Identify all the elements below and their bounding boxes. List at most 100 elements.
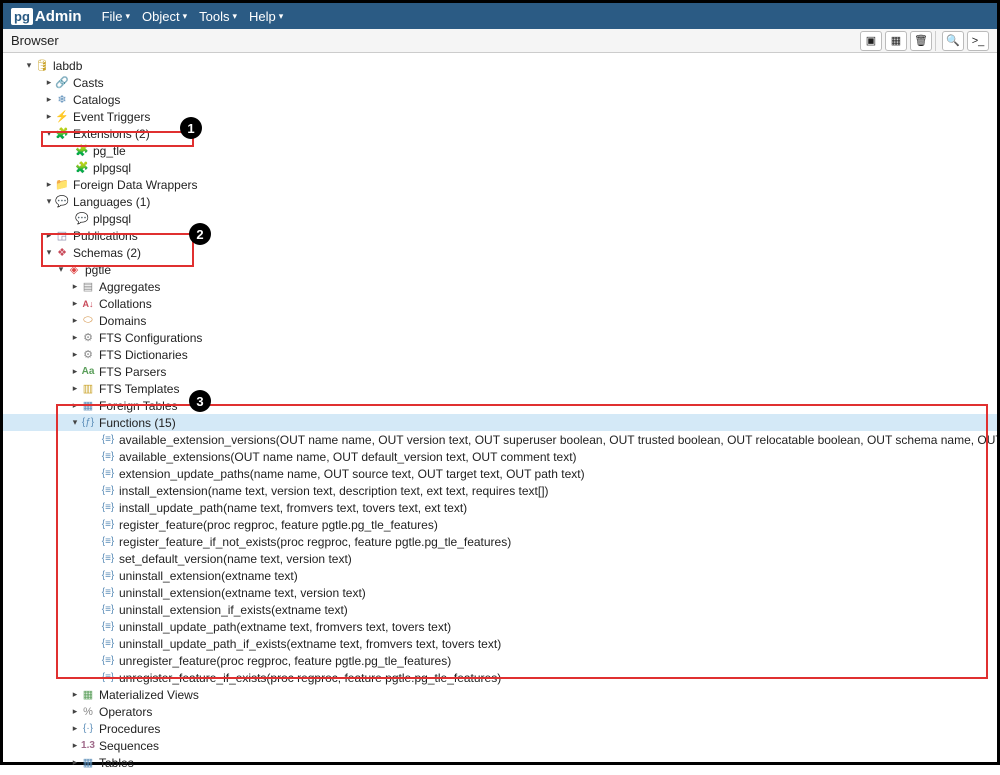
function-item[interactable]: {≡}install_update_path(name text, fromve… [3, 499, 997, 516]
function-item[interactable]: {≡}register_feature_if_not_exists(proc r… [3, 533, 997, 550]
node-domains[interactable]: ▸⬭Domains [3, 312, 997, 329]
procedures-icon: {·} [81, 722, 95, 736]
fts-dict-icon: ⚙ [81, 348, 95, 362]
node-fdw[interactable]: ▸📁Foreign Data Wrappers [3, 176, 997, 193]
node-pgtle-schema[interactable]: ▾◈pgtle [3, 261, 997, 278]
function-icon: {≡} [101, 620, 115, 634]
function-icon: {≡} [101, 484, 115, 498]
function-icon: {≡} [101, 569, 115, 583]
chevron-right-icon: ▸ [43, 230, 55, 241]
function-item[interactable]: {≡}unregister_feature_if_exists(proc reg… [3, 669, 997, 686]
node-mat-views[interactable]: ▸▦Materialized Views [3, 686, 997, 703]
casts-icon: 🔗 [55, 76, 69, 90]
language-icon: 💬 [75, 212, 89, 226]
function-item[interactable]: {≡}uninstall_update_path_if_exists(extna… [3, 635, 997, 652]
menu-help[interactable]: Help▾ [249, 9, 283, 24]
aggregates-icon: ▤ [81, 280, 95, 294]
menu-file[interactable]: File▾ [102, 9, 130, 24]
chevron-right-icon: ▸ [69, 281, 81, 292]
node-casts[interactable]: ▸🔗Casts [3, 74, 997, 91]
extension-icon: 🧩 [75, 144, 89, 158]
node-plpgsql-ext[interactable]: 🧩plpgsql [3, 159, 997, 176]
prompt-icon: >_ [972, 35, 985, 47]
chevron-right-icon: ▸ [69, 706, 81, 717]
node-fts-dict[interactable]: ▸⚙FTS Dictionaries [3, 346, 997, 363]
tool-properties[interactable]: ▣ [860, 31, 882, 51]
function-item[interactable]: {≡}unregister_feature(proc regproc, feat… [3, 652, 997, 669]
function-icon: {≡} [101, 501, 115, 515]
function-item[interactable]: {≡}extension_update_paths(name name, OUT… [3, 465, 997, 482]
node-collations[interactable]: ▸A↓Collations [3, 295, 997, 312]
function-item[interactable]: {≡}uninstall_update_path(extname text, f… [3, 618, 997, 635]
chevron-right-icon: ▸ [69, 349, 81, 360]
sequences-icon: 1.3 [81, 739, 95, 753]
node-database[interactable]: ▾🛢labdb [3, 57, 997, 74]
annotation-badge-2: 2 [189, 223, 211, 245]
chevron-down-icon: ▾ [55, 264, 67, 275]
chevron-right-icon: ▸ [69, 298, 81, 309]
top-menubar: pg Admin File▾ Object▾ Tools▾ Help▾ [3, 3, 997, 29]
node-plpgsql-lang[interactable]: 💬plpgsql [3, 210, 997, 227]
menu-object[interactable]: Object▾ [142, 9, 187, 24]
annotation-badge-1: 1 [180, 117, 202, 139]
function-icon: {≡} [101, 450, 115, 464]
node-operators[interactable]: ▸%Operators [3, 703, 997, 720]
chevron-down-icon: ▾ [126, 11, 131, 22]
function-item[interactable]: {≡}available_extensions(OUT name name, O… [3, 448, 997, 465]
tool-search[interactable]: 🔍 [942, 31, 964, 51]
chevron-down-icon: ▾ [183, 11, 188, 22]
function-icon: {≡} [101, 518, 115, 532]
node-schemas[interactable]: ▾❖Schemas (2) [3, 244, 997, 261]
function-item[interactable]: {≡}uninstall_extension(extname text) [3, 567, 997, 584]
chevron-down-icon: ▾ [233, 11, 238, 22]
node-tables[interactable]: ▸▦Tables [3, 754, 997, 771]
logo: pg Admin [11, 8, 82, 25]
node-publications[interactable]: ▸◲Publications [3, 227, 997, 244]
tool-delete[interactable]: 🗑 [910, 31, 932, 51]
node-aggregates[interactable]: ▸▤Aggregates [3, 278, 997, 295]
logo-admin: Admin [35, 8, 82, 25]
node-fts-templates[interactable]: ▸▥FTS Templates [3, 380, 997, 397]
node-languages[interactable]: ▾💬Languages (1) [3, 193, 997, 210]
function-item[interactable]: {≡}install_extension(name text, version … [3, 482, 997, 499]
function-item[interactable]: {≡}uninstall_extension_if_exists(extname… [3, 601, 997, 618]
node-fts-conf[interactable]: ▸⚙FTS Configurations [3, 329, 997, 346]
browser-title: Browser [11, 33, 857, 48]
catalogs-icon: ❄ [55, 93, 69, 107]
event-triggers-icon: ⚡ [55, 110, 69, 124]
menu-tools[interactable]: Tools▾ [199, 9, 237, 24]
node-catalogs[interactable]: ▸❄Catalogs [3, 91, 997, 108]
node-procedures[interactable]: ▸{·}Procedures [3, 720, 997, 737]
node-foreign-tables[interactable]: ▸▦Foreign Tables [3, 397, 997, 414]
domains-icon: ⬭ [81, 314, 95, 328]
chevron-down-icon: ▾ [43, 196, 55, 207]
publications-icon: ◲ [55, 229, 69, 243]
extensions-icon: 🧩 [55, 127, 69, 141]
function-item[interactable]: {≡}set_default_version(name text, versio… [3, 550, 997, 567]
node-functions[interactable]: ▾{ƒ}Functions (15) [3, 414, 997, 431]
browser-toolbar: Browser ▣ ▦ 🗑 🔍 >_ [3, 29, 997, 53]
chevron-right-icon: ▸ [69, 400, 81, 411]
function-item[interactable]: {≡}uninstall_extension(extname text, ver… [3, 584, 997, 601]
logo-pg: pg [11, 8, 33, 25]
node-sequences[interactable]: ▸1.3Sequences [3, 737, 997, 754]
chevron-down-icon: ▾ [43, 247, 55, 258]
browser-tree: ▾🛢labdb ▸🔗Casts ▸❄Catalogs ▸⚡Event Trigg… [3, 53, 997, 775]
function-item[interactable]: {≡}register_feature(proc regproc, featur… [3, 516, 997, 533]
function-item[interactable]: {≡}available_extension_versions(OUT name… [3, 431, 997, 448]
schemas-icon: ❖ [55, 246, 69, 260]
tool-psql[interactable]: >_ [967, 31, 989, 51]
function-icon: {≡} [101, 535, 115, 549]
node-extensions[interactable]: ▾🧩Extensions (2) [3, 125, 997, 142]
fts-templates-icon: ▥ [81, 382, 95, 396]
tool-grid[interactable]: ▦ [885, 31, 907, 51]
function-icon: {≡} [101, 586, 115, 600]
chevron-right-icon: ▸ [69, 723, 81, 734]
function-icon: {≡} [101, 433, 115, 447]
functions-icon: {ƒ} [81, 416, 95, 430]
extension-icon: 🧩 [75, 161, 89, 175]
node-pg-tle[interactable]: 🧩pg_tle [3, 142, 997, 159]
node-fts-parsers[interactable]: ▸AaFTS Parsers [3, 363, 997, 380]
node-event-triggers[interactable]: ▸⚡Event Triggers [3, 108, 997, 125]
function-icon: {≡} [101, 637, 115, 651]
